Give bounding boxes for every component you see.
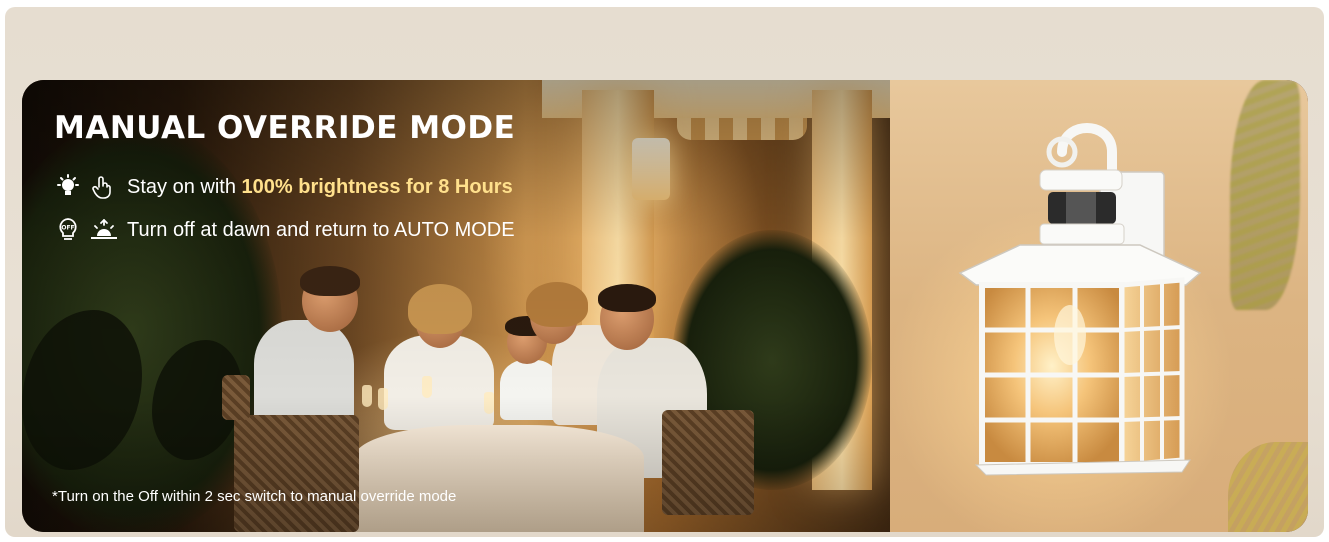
- footnote: *Turn on the Off within 2 sec switch to …: [52, 488, 457, 505]
- product-banner: MANUAL OVERRIDE MODE Stay on with 100% b…: [22, 80, 1308, 532]
- sunrise-icon: [89, 217, 117, 243]
- hand-tap-icon: [89, 174, 115, 200]
- headline: MANUAL OVERRIDE MODE: [54, 110, 516, 146]
- product-photo-panel: [890, 80, 1308, 532]
- feature-text-highlight: 100% brightness for 8 Hours: [241, 175, 513, 198]
- page-background: MANUAL OVERRIDE MODE Stay on with 100% b…: [5, 7, 1324, 537]
- feature-text-prefix: Stay on with: [127, 175, 242, 198]
- feature-text-brightness: Stay on with 100% brightness for 8 Hours: [127, 176, 513, 199]
- svg-text:OFF: OFF: [61, 225, 74, 232]
- feature-row-dawn: OFF Turn off at dawn and return to AUTO …: [55, 214, 515, 246]
- feature-text-dawn: Turn off at dawn and return to AUTO MODE: [127, 218, 515, 241]
- bulb-on-icon: [55, 174, 81, 200]
- feature-row-brightness: Stay on with 100% brightness for 8 Hours: [55, 171, 513, 203]
- patio-scene-photo: [22, 80, 890, 532]
- scene-shade-overlay: [22, 80, 890, 532]
- bulb-off-icon: OFF: [55, 217, 81, 243]
- wall-lantern-fixture: [958, 123, 1202, 476]
